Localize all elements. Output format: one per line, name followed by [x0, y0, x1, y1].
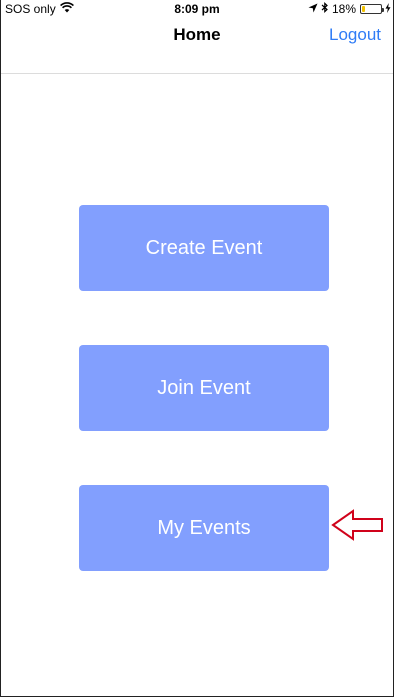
status-bar: SOS only 8:09 pm 18% — [1, 0, 393, 18]
battery-fill — [362, 6, 365, 12]
left-arrow-outline-icon — [331, 509, 383, 541]
create-event-label: Create Event — [145, 236, 263, 259]
navigation-bar: Home Logout — [1, 18, 393, 74]
charging-bolt-icon — [385, 2, 391, 16]
my-events-label: My Events — [157, 516, 251, 539]
join-event-button[interactable]: Join Event — [79, 345, 329, 431]
status-right: 18% — [308, 1, 391, 16]
battery-icon — [360, 4, 384, 14]
location-arrow-icon — [308, 2, 318, 16]
logout-button[interactable]: Logout — [329, 18, 381, 52]
create-event-button[interactable]: Create Event — [79, 205, 329, 291]
join-event-label: Join Event — [157, 376, 251, 399]
my-events-button[interactable]: My Events — [79, 485, 329, 571]
battery-percent: 18% — [331, 2, 356, 16]
bluetooth-icon — [321, 1, 329, 16]
app-screen: SOS only 8:09 pm 18% Home Logout Create … — [0, 0, 394, 697]
battery-nub — [382, 8, 384, 12]
